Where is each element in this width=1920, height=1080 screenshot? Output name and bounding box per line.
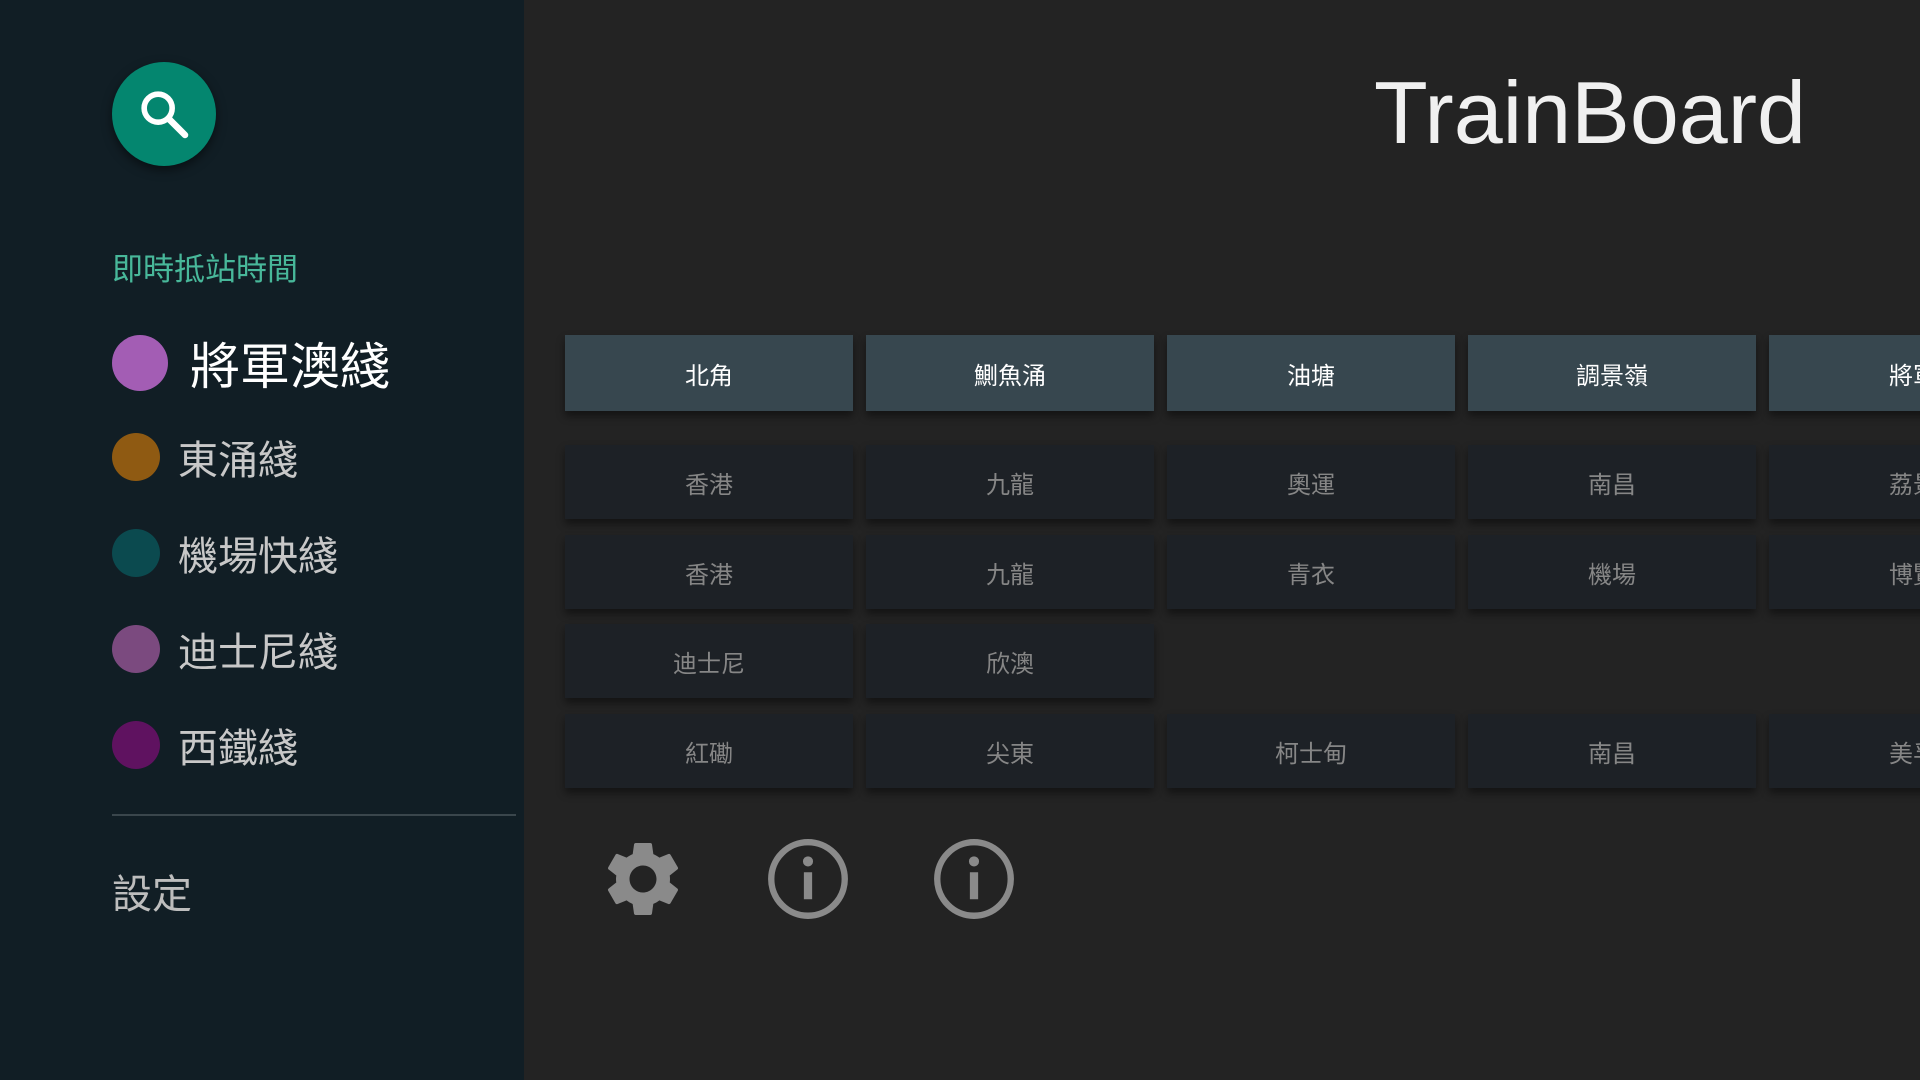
sidebar-item-disneyland-resort-line[interactable]: 迪士尼綫 bbox=[112, 617, 338, 681]
station-header-cell[interactable]: 北角 bbox=[565, 335, 853, 411]
station-header-cell[interactable]: 油塘 bbox=[1167, 335, 1455, 411]
section-header-realtime-arrival: 即時抵站時間 bbox=[112, 252, 298, 288]
sidebar-item-airport-express[interactable]: 機場快綫 bbox=[112, 521, 338, 585]
destination-cell[interactable]: 九龍 bbox=[866, 535, 1154, 609]
search-icon bbox=[141, 91, 189, 139]
destination-cell[interactable]: 香港 bbox=[565, 535, 853, 609]
station-header-cell[interactable]: 鰂魚涌 bbox=[866, 335, 1154, 411]
info-button-secondary[interactable] bbox=[929, 834, 1019, 924]
navigation-sidebar: 即時抵站時間 將軍澳綫 東涌綫 機場快綫 迪士尼綫 西鐵綫 設定 bbox=[0, 0, 524, 1080]
destination-cell[interactable]: 九龍 bbox=[866, 445, 1154, 519]
sidebar-item-label: 東涌綫 bbox=[178, 438, 298, 484]
sidebar-item-label: 將軍澳綫 bbox=[190, 338, 390, 396]
gear-icon bbox=[607, 843, 679, 915]
search-button[interactable] bbox=[112, 62, 216, 166]
destination-cell[interactable]: 美孚 bbox=[1769, 714, 1920, 788]
station-header-cell[interactable]: 將軍 bbox=[1769, 335, 1920, 411]
info-button[interactable] bbox=[763, 834, 853, 924]
station-grid-viewport: 北角鰂魚涌油塘調景嶺將軍香港九龍奧運南昌荔景香港九龍青衣機場博覽迪士尼欣澳紅磡尖… bbox=[524, 0, 1920, 1080]
destination-cell[interactable]: 機場 bbox=[1468, 535, 1756, 609]
sidebar-item-label: 機場快綫 bbox=[178, 534, 338, 580]
settings-button[interactable] bbox=[598, 834, 688, 924]
sidebar-item-settings[interactable]: 設定 bbox=[112, 862, 192, 920]
destination-cell[interactable]: 博覽 bbox=[1769, 535, 1920, 609]
sidebar-divider bbox=[112, 814, 516, 816]
destination-cell[interactable]: 青衣 bbox=[1167, 535, 1455, 609]
line-color-dot bbox=[112, 433, 160, 481]
info-icon bbox=[768, 839, 848, 919]
destination-cell[interactable]: 欣澳 bbox=[866, 624, 1154, 698]
destination-cell[interactable]: 南昌 bbox=[1468, 445, 1756, 519]
sidebar-item-label: 迪士尼綫 bbox=[178, 630, 338, 676]
destination-cell[interactable]: 紅磡 bbox=[565, 714, 853, 788]
line-color-dot bbox=[112, 625, 160, 673]
line-color-dot bbox=[112, 335, 168, 391]
line-color-dot bbox=[112, 721, 160, 769]
destination-cell[interactable]: 奧運 bbox=[1167, 445, 1455, 519]
line-color-dot bbox=[112, 529, 160, 577]
destination-cell[interactable]: 荔景 bbox=[1769, 445, 1920, 519]
destination-cell[interactable]: 柯士甸 bbox=[1167, 714, 1455, 788]
station-header-cell[interactable]: 調景嶺 bbox=[1468, 335, 1756, 411]
info-icon bbox=[934, 839, 1014, 919]
sidebar-item-tung-chung-line[interactable]: 東涌綫 bbox=[112, 425, 298, 489]
destination-cell[interactable]: 迪士尼 bbox=[565, 624, 853, 698]
sidebar-item-tseung-kwan-o-line[interactable]: 將軍澳綫 bbox=[112, 331, 390, 396]
destination-cell[interactable]: 香港 bbox=[565, 445, 853, 519]
destination-cell[interactable]: 南昌 bbox=[1468, 714, 1756, 788]
sidebar-item-label: 西鐵綫 bbox=[178, 726, 298, 772]
destination-cell[interactable]: 尖東 bbox=[866, 714, 1154, 788]
sidebar-item-west-rail-line[interactable]: 西鐵綫 bbox=[112, 713, 298, 777]
